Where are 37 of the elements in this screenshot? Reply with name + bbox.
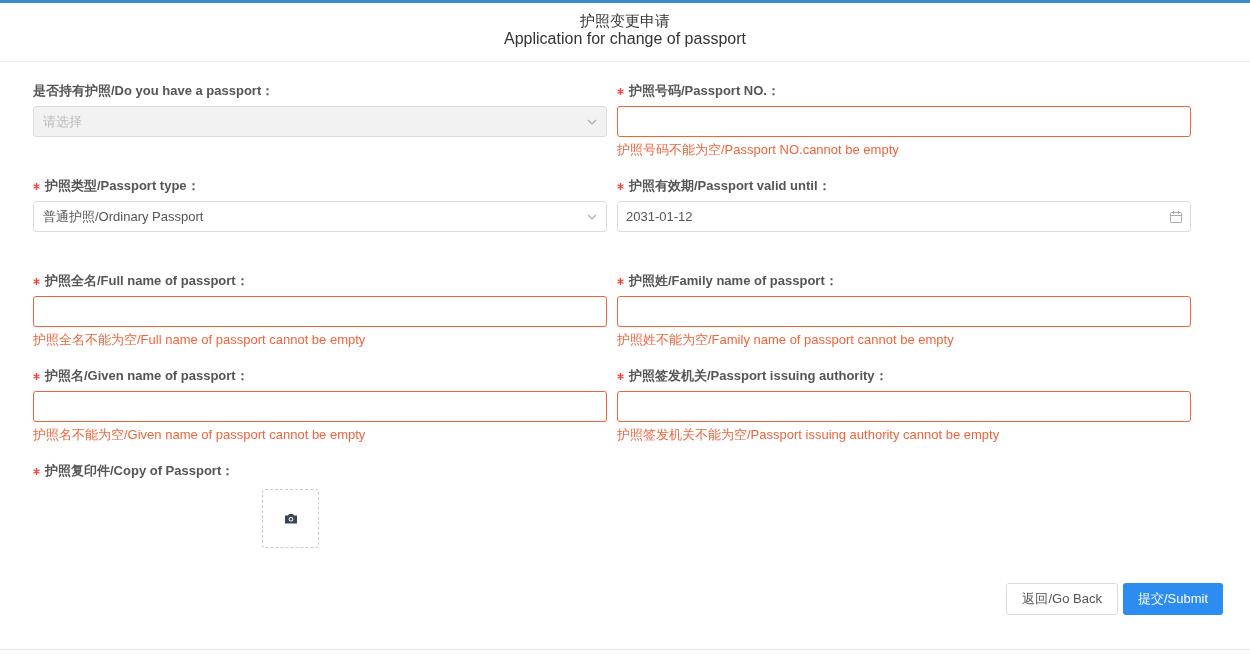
required-asterisk-icon xyxy=(617,278,624,285)
page-subtitle: Application for change of passport xyxy=(504,30,746,48)
error-message: 护照全名不能为空/Full name of passport cannot be empty xyxy=(33,333,367,347)
date-field[interactable]: 2031-01-12 xyxy=(617,201,1191,232)
field-label: 护照有效期/Passport valid until： xyxy=(617,177,1191,201)
required-asterisk-icon xyxy=(33,373,40,380)
required-asterisk-icon xyxy=(33,278,40,285)
input-field[interactable] xyxy=(617,106,1191,137)
error-message: 护照签发机关不能为空/Passport issuing authority cannot be empty xyxy=(617,428,1001,442)
field-label: 是否持有护照/Do you have a passport： xyxy=(33,82,276,100)
camera-icon xyxy=(283,513,298,524)
field-label: 护照全名/Full name of passport： xyxy=(33,272,607,296)
chevron-down-icon xyxy=(587,118,597,125)
required-asterisk-icon xyxy=(617,88,624,95)
input-field[interactable] xyxy=(33,296,607,327)
field-label: 护照号码/Passport NO.： xyxy=(617,82,1191,106)
input-field[interactable] xyxy=(33,391,607,422)
field-label: 护照复印件/Copy of Passport： xyxy=(33,462,607,486)
input-field[interactable] xyxy=(617,391,1191,422)
field-label: 护照名/Given name of passport： xyxy=(33,367,607,391)
chevron-down-icon xyxy=(587,213,597,220)
calendar-icon xyxy=(1170,210,1182,223)
error-message: 护照姓不能为空/Family name of passport cannot be empty xyxy=(617,333,955,347)
field-label: 护照签发机关/Passport issuing authority： xyxy=(617,367,1191,391)
back-button[interactable]: 返回/Go Back xyxy=(1006,583,1118,615)
required-asterisk-icon xyxy=(33,468,40,475)
required-asterisk-icon xyxy=(617,183,624,190)
page-title: 护照变更申请 xyxy=(580,12,670,30)
error-message: 护照名不能为空/Given name of passport cannot be empty xyxy=(33,428,367,442)
required-asterisk-icon xyxy=(617,373,624,380)
error-message: 护照号码不能为空/Passport NO.cannot be empty xyxy=(617,143,900,157)
field-label: 护照类型/Passport type： xyxy=(33,177,607,201)
select-field[interactable]: 普通护照/Ordinary Passport xyxy=(33,201,607,232)
required-asterisk-icon xyxy=(33,183,40,190)
upload-button[interactable] xyxy=(262,489,319,548)
field-label: 护照姓/Family name of passport： xyxy=(617,272,1191,296)
input-field[interactable] xyxy=(617,296,1191,327)
